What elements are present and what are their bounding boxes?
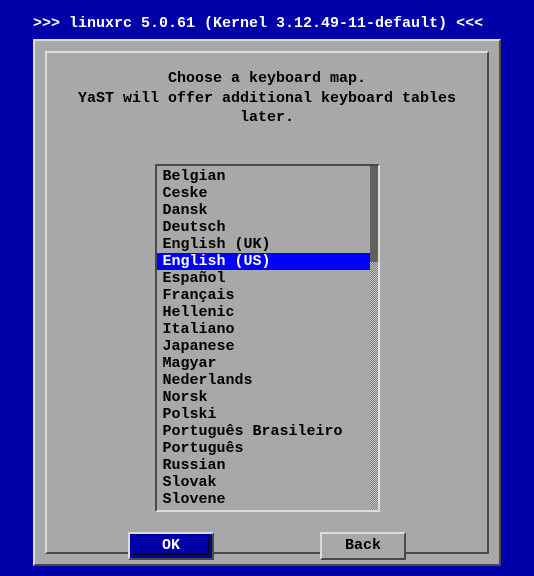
prompt-line: YaST will offer additional keyboard tabl… bbox=[61, 89, 473, 128]
keymap-item[interactable]: Deutsch bbox=[157, 219, 370, 236]
keymap-item[interactable]: Ceske bbox=[157, 185, 370, 202]
dialog-prompt: Choose a keyboard map. YaST will offer a… bbox=[57, 63, 477, 138]
keymap-item[interactable]: English (UK) bbox=[157, 236, 370, 253]
keymap-item[interactable]: Slovene bbox=[157, 491, 370, 508]
listbox-container: BelgianCeskeDanskDeutschEnglish (UK)Engl… bbox=[57, 138, 477, 524]
keymap-item[interactable]: Dansk bbox=[157, 202, 370, 219]
scrollbar[interactable] bbox=[370, 166, 378, 510]
keymap-item[interactable]: Nederlands bbox=[157, 372, 370, 389]
keymap-item[interactable]: Magyar bbox=[157, 355, 370, 372]
keymap-item[interactable]: Russian bbox=[157, 457, 370, 474]
back-button-label: Back bbox=[345, 537, 381, 554]
prompt-line: Choose a keyboard map. bbox=[61, 69, 473, 89]
keymap-item[interactable]: Italiano bbox=[157, 321, 370, 338]
keymap-item[interactable]: Norsk bbox=[157, 389, 370, 406]
keymap-item[interactable]: Belgian bbox=[157, 168, 370, 185]
keymap-item[interactable]: Português bbox=[157, 440, 370, 457]
keymap-listbox[interactable]: BelgianCeskeDanskDeutschEnglish (UK)Engl… bbox=[155, 164, 380, 512]
button-row: OK Back bbox=[57, 524, 477, 568]
keymap-item[interactable]: Français bbox=[157, 287, 370, 304]
scrollbar-thumb[interactable] bbox=[370, 166, 378, 262]
keymap-item[interactable]: Português Brasileiro bbox=[157, 423, 370, 440]
back-button[interactable]: Back bbox=[320, 532, 406, 560]
title-bar: >>> linuxrc 5.0.61 (Kernel 3.12.49-11-de… bbox=[33, 15, 483, 32]
ok-button[interactable]: OK bbox=[128, 532, 214, 560]
keymap-item[interactable]: Polski bbox=[157, 406, 370, 423]
keymap-item[interactable]: Japanese bbox=[157, 338, 370, 355]
dialog-outer: Choose a keyboard map. YaST will offer a… bbox=[33, 39, 501, 566]
keymap-item[interactable]: Español bbox=[157, 270, 370, 287]
dialog-inner: Choose a keyboard map. YaST will offer a… bbox=[45, 51, 489, 554]
ok-button-label: OK bbox=[162, 537, 180, 554]
keymap-item[interactable]: Slovak bbox=[157, 474, 370, 491]
keymap-item[interactable]: Hellenic bbox=[157, 304, 370, 321]
keymap-item[interactable]: English (US) bbox=[157, 253, 370, 270]
keymap-items: BelgianCeskeDanskDeutschEnglish (UK)Engl… bbox=[157, 166, 370, 510]
